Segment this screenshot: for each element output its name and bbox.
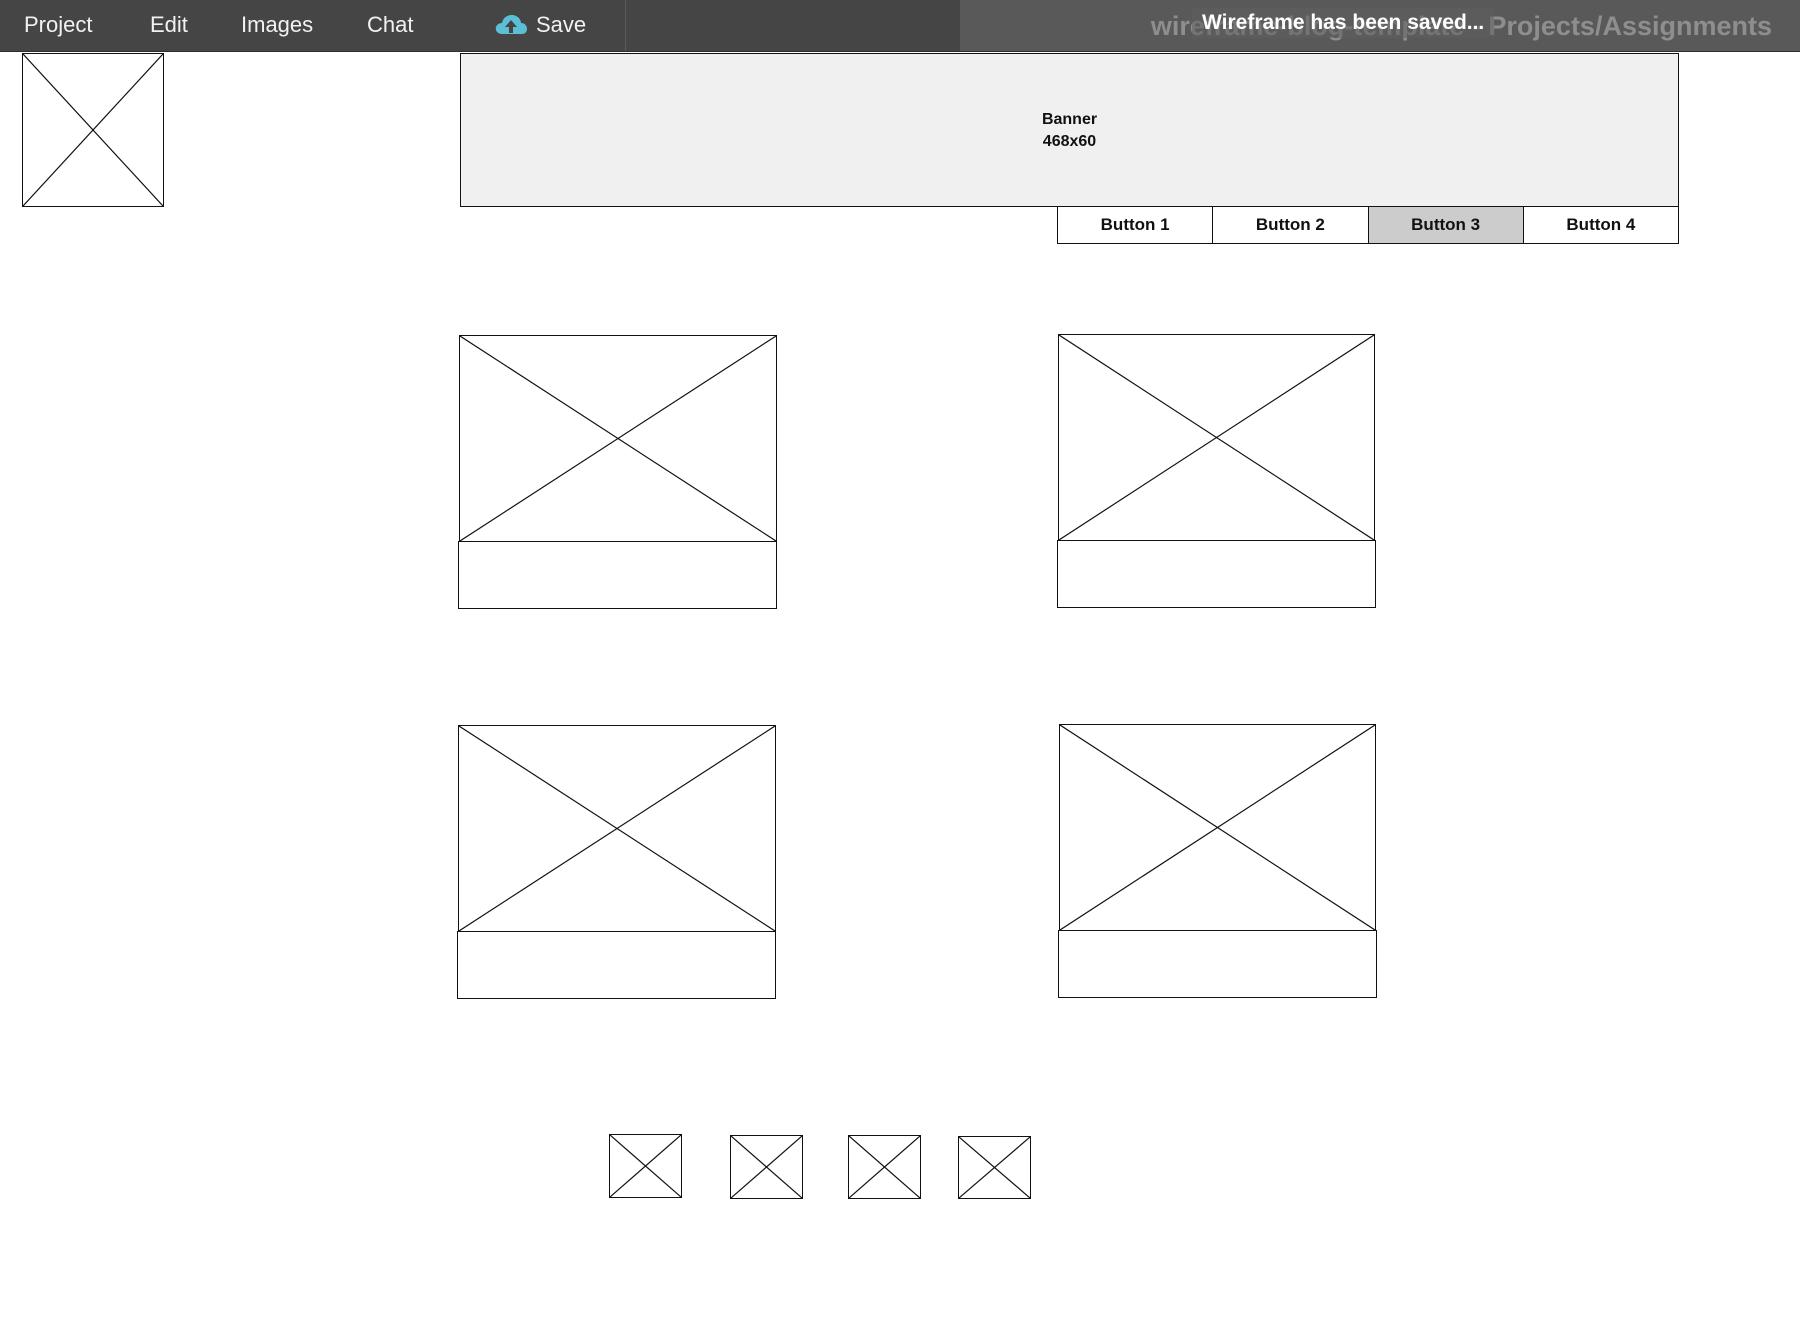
menu-images[interactable]: Images (241, 0, 313, 51)
cloud-upload-icon (495, 15, 527, 34)
card-caption-box[interactable] (1058, 930, 1377, 998)
logo-image-placeholder[interactable] (22, 53, 164, 207)
card-image-placeholder[interactable] (1058, 334, 1375, 541)
button-1[interactable]: Button 1 (1058, 207, 1213, 243)
menu-project[interactable]: Project (24, 0, 92, 51)
thumbnail-placeholder[interactable] (848, 1135, 921, 1199)
card-image-placeholder[interactable] (1059, 724, 1376, 931)
thumbnail-placeholder[interactable] (958, 1136, 1031, 1199)
card-image-placeholder[interactable] (459, 335, 777, 542)
button-4[interactable]: Button 4 (1522, 207, 1678, 243)
save-button[interactable]: Save (490, 0, 624, 51)
banner-size: 468x60 (1042, 133, 1097, 150)
button-2[interactable]: Button 2 (1212, 207, 1368, 243)
thumbnail-placeholder[interactable] (609, 1134, 682, 1198)
save-label: Save (536, 12, 587, 37)
button-bar: Button 1 Button 2 Button 3 Button 4 (1057, 206, 1679, 244)
menu-edit[interactable]: Edit (150, 0, 188, 51)
button-3[interactable]: Button 3 (1367, 207, 1523, 243)
card-image-placeholder[interactable] (458, 725, 776, 932)
wireframe-canvas: Project Edit Images Chat Save wireframe-… (0, 0, 1800, 1322)
thumbnail-placeholder[interactable] (730, 1135, 803, 1199)
card-caption-box[interactable] (458, 541, 777, 609)
banner-label: Banner (1041, 111, 1098, 128)
menu-divider (625, 0, 626, 51)
card-caption-box[interactable] (1057, 540, 1376, 608)
banner[interactable]: Banner 468x60 (460, 53, 1679, 207)
menu-chat[interactable]: Chat (367, 0, 413, 51)
card-caption-box[interactable] (457, 931, 776, 999)
save-notification: Wireframe has been saved... (1192, 8, 1495, 38)
menu-bar: Project Edit Images Chat Save wireframe-… (0, 0, 1800, 52)
